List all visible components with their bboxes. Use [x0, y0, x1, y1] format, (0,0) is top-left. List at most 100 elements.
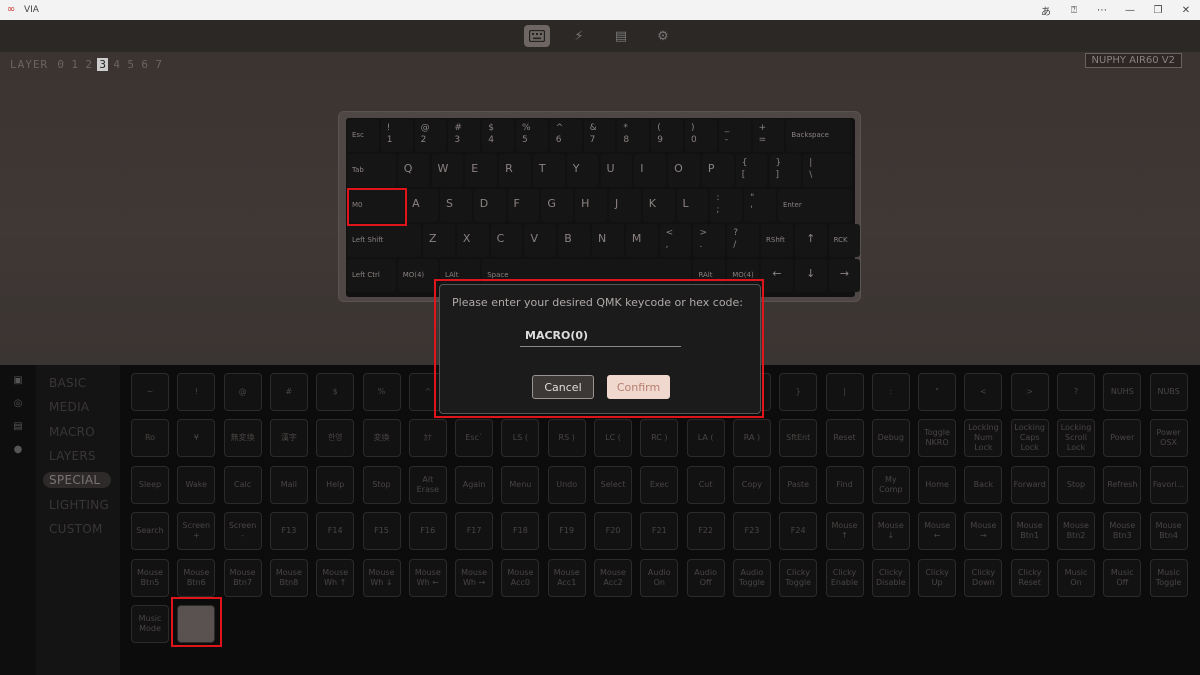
- keycode-2-22[interactable]: Favori...: [1149, 465, 1188, 504]
- keycode-3-5[interactable]: F15: [362, 512, 401, 551]
- maximize-button[interactable]: ❐: [1144, 5, 1172, 16]
- keycode-1-14[interactable]: SftEnt: [779, 419, 818, 458]
- keycode-4-18[interactable]: Clicky Down: [964, 558, 1003, 597]
- keycode-0-22[interactable]: NUBS: [1149, 373, 1188, 411]
- key-2-4[interactable]: F: [507, 189, 540, 222]
- key-4-0[interactable]: Left Ctrl: [347, 259, 396, 292]
- keycode-2-20[interactable]: Stop: [1057, 465, 1095, 504]
- keycode-4-14[interactable]: Clicky Toggle: [779, 558, 818, 597]
- keycode-0-1[interactable]: !: [177, 373, 216, 411]
- keycode-0-5[interactable]: %: [362, 373, 401, 411]
- keycode-4-12[interactable]: Audio Off: [686, 558, 725, 597]
- keycode-4-5[interactable]: Mouse Wh ↓: [362, 558, 401, 597]
- keycode-2-3[interactable]: Mail: [269, 465, 308, 504]
- keycode-1-8[interactable]: LS (: [501, 419, 540, 458]
- keycode-3-10[interactable]: F20: [594, 512, 632, 551]
- keycode-0-21[interactable]: NUHS: [1103, 373, 1142, 411]
- more-icon[interactable]: ⋯: [1088, 5, 1116, 16]
- keycode-1-12[interactable]: LA (: [686, 419, 725, 458]
- key-0-6[interactable]: ^ 6: [549, 119, 582, 152]
- keycode-1-22[interactable]: Power OSX: [1149, 419, 1188, 458]
- key-0-2[interactable]: @ 2: [414, 119, 447, 152]
- keycode-2-16[interactable]: My Comp: [871, 465, 910, 504]
- key-3-12[interactable]: ↑: [794, 224, 827, 257]
- keycode-1-0[interactable]: Ro: [131, 419, 169, 458]
- menu-item-layers[interactable]: LAYERS: [43, 448, 111, 464]
- layer-6-button[interactable]: 6: [139, 58, 150, 71]
- key-3-6[interactable]: N: [592, 224, 624, 257]
- keycode-4-20[interactable]: Music On: [1057, 558, 1095, 597]
- keycode-3-18[interactable]: Mouse →: [964, 512, 1003, 551]
- keycode-2-8[interactable]: Menu: [501, 465, 540, 504]
- keycode-2-6[interactable]: Alt Erase: [408, 465, 447, 504]
- key-2-12[interactable]: Enter: [777, 189, 852, 222]
- key-4-1[interactable]: MO(4): [397, 259, 438, 292]
- key-0-4[interactable]: $ 4: [482, 119, 514, 152]
- keycode-4-6[interactable]: Mouse Wh ←: [408, 558, 447, 597]
- keycode-4-4[interactable]: Mouse Wh ↑: [316, 558, 355, 597]
- device-selector[interactable]: NUPHY AIR60 V2: [1084, 53, 1182, 68]
- keycode-0-4[interactable]: $: [316, 373, 355, 411]
- keycode-3-11[interactable]: F21: [640, 512, 679, 551]
- bulb-icon[interactable]: ●: [12, 444, 24, 456]
- keycode-1-16[interactable]: Debug: [871, 419, 910, 458]
- keycode-0-17[interactable]: ": [918, 373, 957, 411]
- minimize-button[interactable]: —: [1116, 5, 1144, 16]
- key-2-1[interactable]: A: [406, 189, 438, 222]
- key-4-6[interactable]: ←: [761, 259, 793, 292]
- keycode-2-13[interactable]: Copy: [732, 465, 771, 504]
- key-0-10[interactable]: ) 0: [685, 119, 717, 152]
- keycode-4-1[interactable]: Mouse Btn6: [177, 558, 216, 597]
- keycode-1-1[interactable]: ¥: [177, 419, 216, 458]
- keycode-3-13[interactable]: F23: [732, 512, 771, 551]
- key-0-3[interactable]: # 3: [448, 119, 481, 152]
- keycode-2-5[interactable]: Stop: [362, 465, 401, 504]
- gear-icon[interactable]: ⚙: [650, 25, 676, 47]
- keycode-4-7[interactable]: Mouse Wh →: [455, 558, 494, 597]
- key-0-0[interactable]: Esc: [347, 119, 379, 152]
- ime-indicator[interactable]: あ: [1032, 3, 1060, 18]
- keycode-3-20[interactable]: Mouse Btn2: [1057, 512, 1095, 551]
- keycode-1-7[interactable]: Esc`: [455, 419, 494, 458]
- key-2-10[interactable]: : ;: [710, 189, 743, 222]
- circle-icon[interactable]: ◎: [12, 398, 24, 410]
- keycode-2-11[interactable]: Exec: [640, 465, 679, 504]
- keycode-2-21[interactable]: Refresh: [1103, 465, 1142, 504]
- code-icon[interactable]: ▤: [608, 25, 634, 47]
- keycode-1-4[interactable]: 한영: [316, 419, 355, 458]
- key-1-1[interactable]: Q: [397, 154, 430, 187]
- keycode-1-10[interactable]: LC (: [594, 419, 632, 458]
- key-3-13[interactable]: RCK: [828, 224, 861, 257]
- keycode-3-15[interactable]: Mouse ↑: [825, 512, 864, 551]
- keycode-3-12[interactable]: F22: [686, 512, 725, 551]
- key-2-5[interactable]: G: [541, 189, 574, 222]
- menu-item-special[interactable]: SPECIAL: [43, 472, 111, 489]
- cancel-button[interactable]: Cancel: [532, 375, 594, 399]
- key-0-7[interactable]: & 7: [583, 119, 616, 152]
- keycode-1-15[interactable]: Reset: [825, 419, 864, 458]
- keyboard-icon[interactable]: ▣: [12, 375, 24, 387]
- keycode-4-17[interactable]: Clicky Up: [918, 558, 957, 597]
- keycode-3-0[interactable]: Search: [131, 512, 169, 551]
- keycode-1-18[interactable]: Locking Num Lock: [964, 419, 1003, 458]
- keycode-0-0[interactable]: ~: [131, 373, 169, 411]
- keycode-1-19[interactable]: Locking Caps Lock: [1010, 419, 1049, 458]
- key-2-8[interactable]: K: [642, 189, 675, 222]
- keycode-4-9[interactable]: Mouse Acc1: [547, 558, 586, 597]
- key-3-9[interactable]: > .: [693, 224, 726, 257]
- key-0-8[interactable]: * 8: [617, 119, 650, 152]
- keycode-2-9[interactable]: Undo: [547, 465, 586, 504]
- keycode-1-13[interactable]: RA ): [732, 419, 771, 458]
- key-2-7[interactable]: J: [608, 189, 641, 222]
- keycode-1-6[interactable]: ｶﾅ: [408, 419, 447, 458]
- keycode-1-11[interactable]: RC ): [640, 419, 679, 458]
- keycode-2-0[interactable]: Sleep: [131, 465, 169, 504]
- menu-item-macro[interactable]: MACRO: [43, 424, 111, 440]
- keycode-1-3[interactable]: 漢字: [269, 419, 308, 458]
- layer-4-button[interactable]: 4: [111, 58, 122, 71]
- keycode-2-17[interactable]: Home: [918, 465, 957, 504]
- keycode-3-16[interactable]: Mouse ↓: [871, 512, 910, 551]
- keycode-3-17[interactable]: Mouse ←: [918, 512, 957, 551]
- keycode-0-15[interactable]: |: [825, 373, 864, 411]
- layer-1-button[interactable]: 1: [69, 58, 80, 71]
